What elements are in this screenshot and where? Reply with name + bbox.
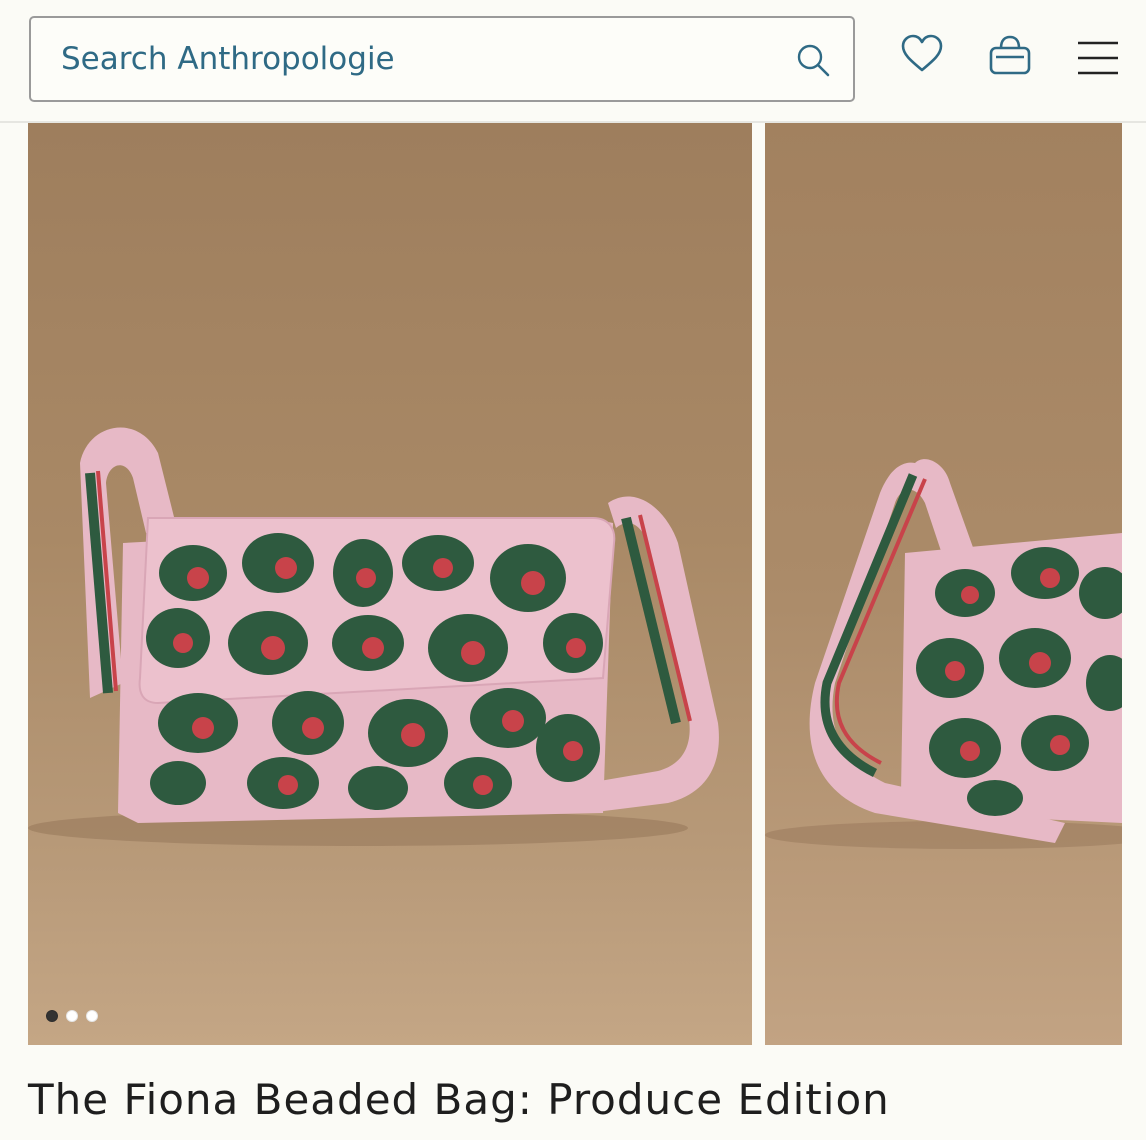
- search-input[interactable]: [61, 18, 781, 100]
- product-title: The Fiona Beaded Bag: Produce Edition: [28, 1075, 890, 1124]
- search-box[interactable]: [29, 16, 855, 102]
- carousel-dot-2[interactable]: [66, 1010, 78, 1022]
- carousel-dot-1[interactable]: [46, 1010, 58, 1022]
- carousel-dots[interactable]: [46, 1010, 126, 1024]
- site-header: [0, 0, 1146, 123]
- search-icon[interactable]: [795, 42, 831, 78]
- beaded-bag-side-illustration: [765, 459, 1122, 849]
- shopping-bag-icon[interactable]: [988, 34, 1032, 76]
- carousel-dot-3[interactable]: [86, 1010, 98, 1022]
- product-image-secondary[interactable]: [765, 123, 1122, 1045]
- beaded-bag-illustration: [28, 427, 719, 846]
- heart-icon[interactable]: [900, 33, 944, 73]
- hamburger-menu-icon[interactable]: [1076, 40, 1120, 76]
- product-image-main[interactable]: [28, 123, 752, 1045]
